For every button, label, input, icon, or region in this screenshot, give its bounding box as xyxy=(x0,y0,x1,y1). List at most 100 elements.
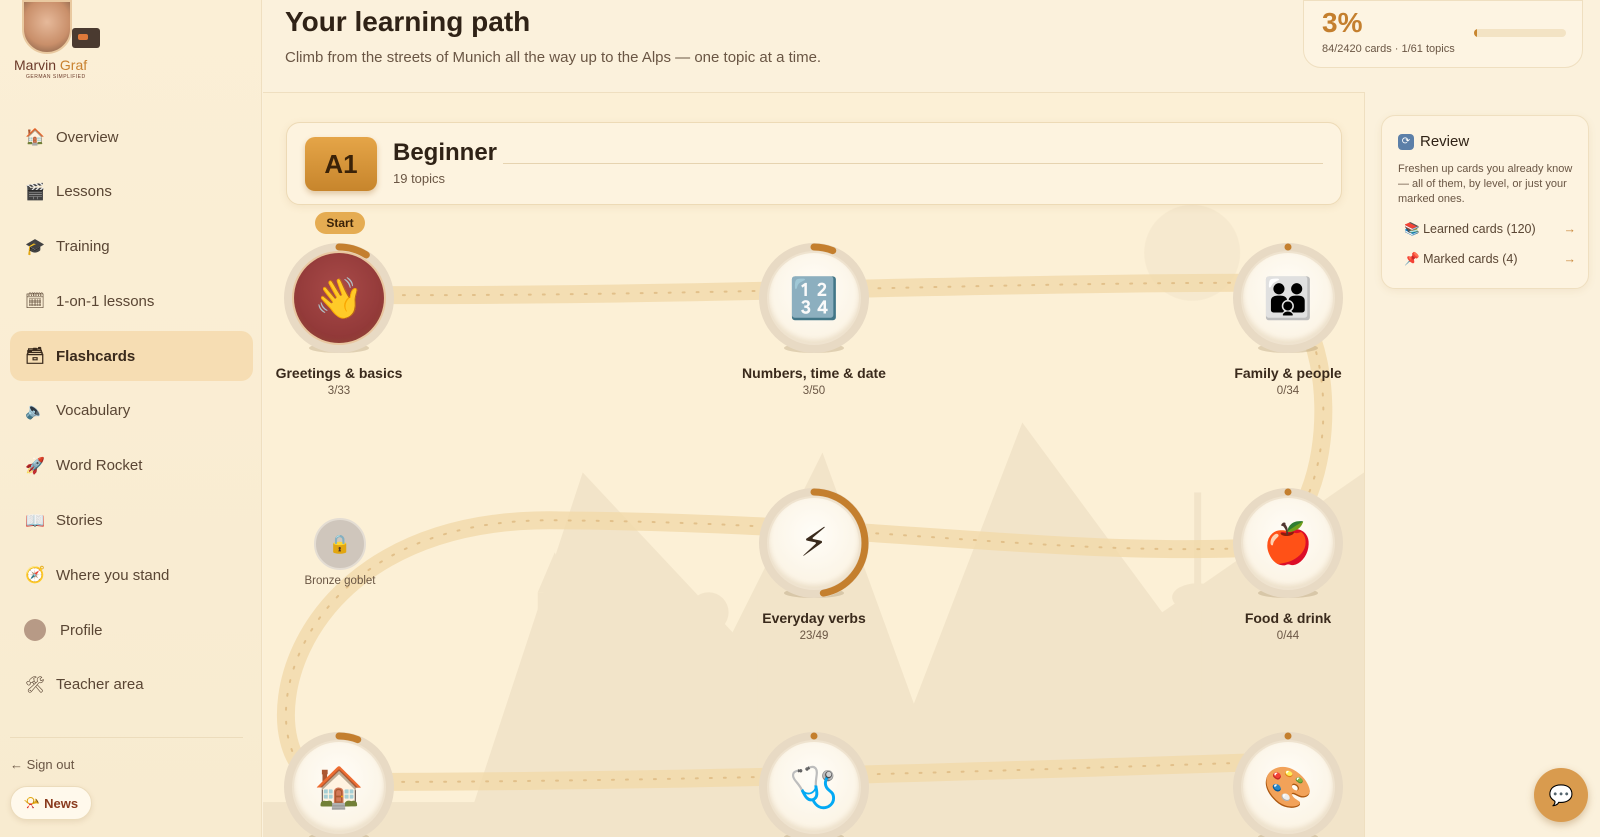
sidebar-item-flashcards[interactable]: 🗃 Flashcards xyxy=(10,331,253,382)
palette-icon: 🎨 xyxy=(1243,742,1333,832)
topic-node[interactable]: 🩺 xyxy=(759,732,869,837)
calendar-icon: 🗓 xyxy=(24,293,46,311)
sidebar-item-label: Lessons xyxy=(56,183,112,201)
topic-card-count: 3/50 xyxy=(802,385,826,397)
news-button[interactable]: 📯 News xyxy=(10,786,92,820)
topic-name: Family & people xyxy=(1234,365,1342,381)
topic-card-count: 0/34 xyxy=(1276,385,1300,397)
topic-name: Food & drink xyxy=(1244,610,1332,626)
learning-path-panel[interactable]: A1 Beginner 19 topics xyxy=(263,92,1365,837)
tools-icon: 🛠 xyxy=(24,676,46,694)
topic-card-count: 3/33 xyxy=(327,385,351,397)
reward-lock[interactable]: 🔒 xyxy=(314,518,366,570)
sidebar-item-where-you-stand[interactable]: 🧭 Where you stand xyxy=(10,550,253,600)
brand-logo[interactable]: Marvin Graf GERMAN SIMPLIFIED xyxy=(12,0,102,82)
house-icon: 🏠 xyxy=(25,129,45,146)
rocket-icon: 🚀 xyxy=(25,457,45,475)
learned-cards-link[interactable]: 📚 Learned cards (120) → xyxy=(1404,222,1576,237)
marked-cards-link[interactable]: 📌 Marked cards (4) → xyxy=(1404,252,1576,267)
progress-percent: 3% xyxy=(1322,7,1363,38)
graduation-cap-icon: 🎓 xyxy=(25,238,45,256)
topic-node[interactable]: 🔢 xyxy=(759,243,869,353)
marked-cards-label: Marked cards (4) xyxy=(1423,252,1518,266)
arrow-right-icon: → xyxy=(1563,252,1577,266)
level-divider xyxy=(503,163,1323,164)
stethoscope-icon: 🩺 xyxy=(769,742,859,832)
sidebar-item-label: Where you stand xyxy=(56,566,170,584)
speaker-icon: 🔈 xyxy=(25,402,45,420)
reward-label: Bronze goblet xyxy=(304,575,376,587)
topic-node[interactable]: 👋 xyxy=(284,243,394,353)
brand-tagline: GERMAN SIMPLIFIED xyxy=(26,74,86,80)
logo-portrait xyxy=(22,0,72,54)
house-icon: 🏠 xyxy=(294,742,384,832)
chat-bubble-icon: 💬 xyxy=(1548,784,1574,807)
waving-hand-icon: 👋 xyxy=(294,253,384,343)
topic-name: Numbers, time & date xyxy=(742,365,886,381)
lightning-icon: ⚡ xyxy=(769,498,859,588)
progress-bar-fill xyxy=(1474,29,1478,37)
card-box-icon: 🗃 xyxy=(24,348,46,366)
page-subtitle: Climb from the streets of Munich all the… xyxy=(285,49,822,66)
apple-icon: 🍎 xyxy=(1243,498,1333,588)
learned-cards-label: Learned cards (120) xyxy=(1423,222,1536,236)
review-card: ⟳ Review Freshen up cards you already kn… xyxy=(1381,115,1589,289)
sidebar-item-profile[interactable]: Profile xyxy=(10,605,253,655)
brand-name: Marvin Graf xyxy=(14,57,88,73)
progress-stats: 84/2420 cards · 1/61 topics xyxy=(1322,43,1455,55)
topic-card-count: 0/44 xyxy=(1276,630,1300,642)
page-title: Your learning path xyxy=(285,6,531,37)
clapper-icon: 🎬 xyxy=(25,183,45,201)
topic-node[interactable]: 🎨 xyxy=(1233,732,1343,837)
sidebar-item-label: Profile xyxy=(60,621,103,639)
overall-progress-card: 3% 84/2420 cards · 1/61 topics xyxy=(1303,0,1583,68)
sidebar-item-vocabulary[interactable]: 🔈 Vocabulary xyxy=(10,386,253,436)
book-icon: 📖 xyxy=(25,512,45,530)
sidebar-divider xyxy=(10,737,243,738)
sidebar-item-label: 1-on-1 lessons xyxy=(56,292,155,310)
level-header-card: A1 Beginner 19 topics xyxy=(286,122,1342,205)
progress-bar xyxy=(1474,29,1566,37)
topic-node[interactable]: 🏠 xyxy=(284,732,394,837)
sidebar-item-lessons[interactable]: 🎬 Lessons xyxy=(10,167,253,217)
review-title-text: Review xyxy=(1420,133,1470,150)
news-label: News xyxy=(44,795,79,811)
sidebar-item-label: Stories xyxy=(56,512,103,530)
sidebar-item-overview[interactable]: 🏠 Overview xyxy=(10,112,253,162)
numbers-icon: 🔢 xyxy=(769,253,859,343)
sidebar-nav: 🏠 Overview 🎬 Lessons 🎓 Training 🗓 1-on-1 lesson… xyxy=(10,112,253,715)
review-title: ⟳ Review xyxy=(1398,133,1469,150)
sidebar-item-stories[interactable]: 📖 Stories xyxy=(10,496,253,546)
horn-icon: 📯 xyxy=(23,795,41,810)
compass-icon: 🧭 xyxy=(25,567,45,585)
arrow-right-icon: → xyxy=(1563,222,1577,236)
sign-out-link[interactable]: ← Sign out xyxy=(10,757,74,772)
sidebar-item-label: Flashcards xyxy=(56,347,136,365)
topic-node[interactable]: 👪 xyxy=(1233,243,1343,353)
sidebar-item-one-on-one-lessons[interactable]: 🗓 1-on-1 lessons xyxy=(10,276,253,326)
laptop-icon xyxy=(72,28,100,48)
sidebar-item-label: Teacher area xyxy=(56,676,144,694)
topic-node[interactable]: 🍎 xyxy=(1233,488,1343,598)
sidebar-item-label: Overview xyxy=(56,128,119,146)
level-name: Beginner xyxy=(393,139,498,166)
family-icon: 👪 xyxy=(1243,253,1333,343)
pin-icon: 📌 xyxy=(1404,252,1420,266)
sidebar-item-label: Training xyxy=(56,238,110,256)
topic-node[interactable]: ⚡ xyxy=(759,488,869,598)
chat-button[interactable]: 💬 xyxy=(1534,768,1588,822)
refresh-icon: ⟳ xyxy=(1398,133,1414,150)
avatar-icon xyxy=(24,619,46,642)
sidebar-item-teacher-area[interactable]: 🛠 Teacher area xyxy=(10,660,253,710)
sidebar: Marvin Graf GERMAN SIMPLIFIED 🏠 Overview 🎬… xyxy=(0,0,262,837)
sidebar-item-word-rocket[interactable]: 🚀 Word Rocket xyxy=(10,441,253,491)
review-description: Freshen up cards you already know — all … xyxy=(1398,163,1573,205)
sidebar-item-label: Word Rocket xyxy=(56,457,143,475)
sidebar-item-training[interactable]: 🎓 Training xyxy=(10,222,253,272)
lock-icon: 🔒 xyxy=(328,533,352,554)
topic-card-count: 23/49 xyxy=(799,630,829,642)
topic-name: Everyday verbs xyxy=(762,610,866,626)
books-icon: 📚 xyxy=(1404,222,1420,236)
level-topic-count: 19 topics xyxy=(393,171,446,186)
level-badge: A1 xyxy=(305,137,377,191)
